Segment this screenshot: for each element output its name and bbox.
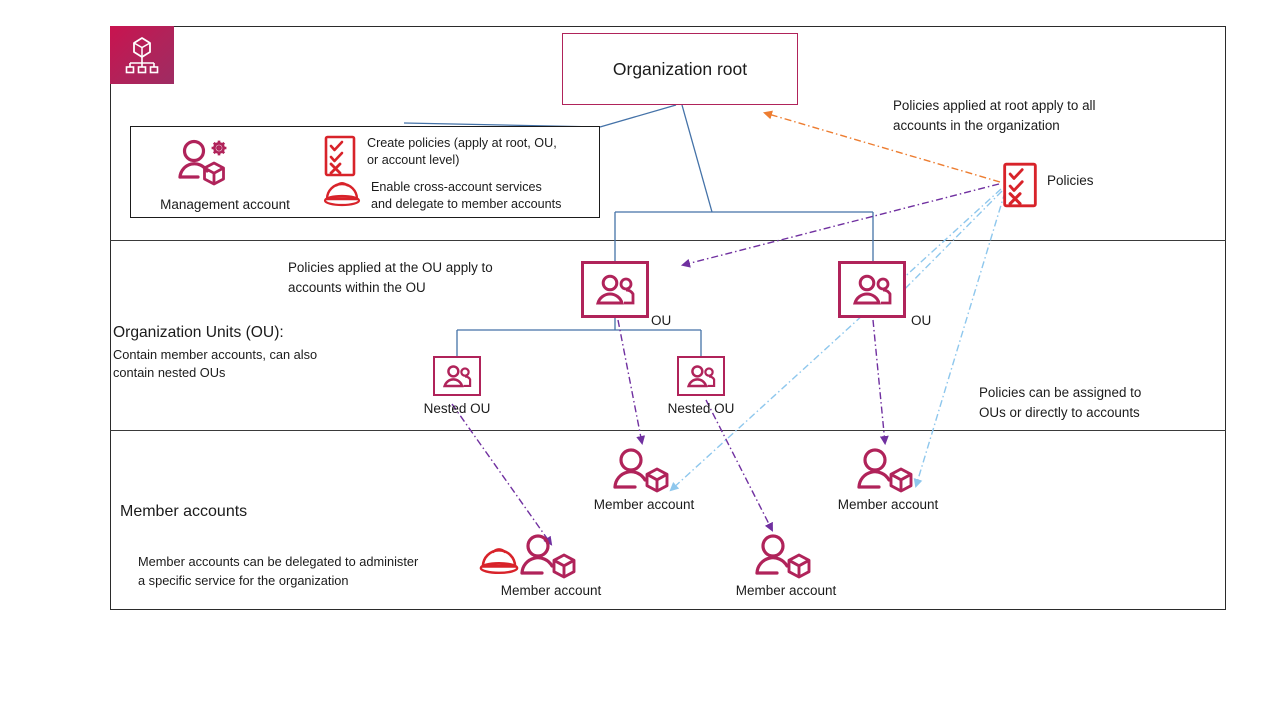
member-account-label-2: Member account	[837, 497, 939, 512]
member-account-1[interactable]: Member account	[594, 447, 694, 512]
ou-group-icon	[852, 274, 892, 304]
member-account-icon	[857, 448, 913, 493]
ou-band-heading: Organization Units (OU):	[113, 324, 284, 341]
member-account-4-delegated[interactable]: Member account	[479, 533, 601, 598]
member-account-label-3: Member account	[735, 583, 837, 598]
aws-organizations-logo	[110, 26, 174, 84]
member-account-icon	[755, 534, 811, 579]
note-policy-assignment: Policies can be assigned to OUs or direc…	[979, 385, 1142, 421]
management-feature-cross-account: Enable cross-account services and delega…	[323, 179, 561, 212]
member-account-label-4: Member account	[500, 583, 602, 598]
note-ou-policies: Policies applied at the OU apply to acco…	[288, 260, 493, 296]
note-delegation: Member accounts can be delegated to admi…	[138, 554, 419, 588]
ou-group-icon	[686, 364, 716, 387]
ou-group-icon	[442, 364, 472, 387]
ou-band-subtext: Contain member accounts, can also contai…	[113, 347, 318, 381]
member-account-3[interactable]: Member account	[736, 533, 836, 598]
nested-ou-box-1[interactable]	[433, 356, 481, 396]
member-account-2[interactable]: Member account	[838, 447, 938, 512]
management-feature-create-policies: Create policies (apply at root, OU, or a…	[323, 135, 557, 177]
management-account-icon	[176, 137, 232, 198]
management-feature-cross-account-text: Enable cross-account services and delega…	[371, 180, 562, 211]
hard-hat-icon	[478, 545, 520, 580]
policies-icon-group[interactable]	[1001, 162, 1039, 213]
management-account-label: Management account	[160, 197, 290, 212]
ou-box-2[interactable]	[838, 261, 906, 318]
ou-box-1[interactable]	[581, 261, 649, 318]
organization-root-label: Organization root	[612, 58, 748, 79]
policies-checklist-icon	[1003, 162, 1037, 208]
band-divider-ou-member	[110, 430, 1226, 431]
policies-checklist-icon	[324, 135, 356, 177]
hard-hat-icon	[323, 181, 361, 207]
band-divider-root-ou	[110, 240, 1226, 241]
diagram-canvas: Organization root Management account Cre…	[0, 0, 1280, 720]
nested-ou-label-1: Nested OU	[423, 401, 491, 416]
policies-label: Policies	[1047, 173, 1094, 188]
nested-ou-label-2: Nested OU	[667, 401, 735, 416]
member-band-heading: Member accounts	[120, 503, 248, 520]
ou-group-icon	[595, 274, 635, 304]
aws-organizations-icon	[125, 37, 159, 74]
management-account-box[interactable]: Management account Create policies (appl…	[130, 126, 600, 218]
member-account-icon	[520, 534, 576, 579]
member-account-label-1: Member account	[593, 497, 695, 512]
management-feature-create-policies-text: Create policies (apply at root, OU, or a…	[367, 136, 557, 167]
nested-ou-box-2[interactable]	[677, 356, 725, 396]
note-root-policies: Policies applied at root apply to all ac…	[893, 98, 1096, 134]
ou-label-2: OU	[911, 313, 932, 328]
organization-root-box[interactable]: Organization root	[562, 33, 798, 105]
member-account-icon	[613, 448, 669, 493]
ou-label-1: OU	[651, 313, 672, 328]
